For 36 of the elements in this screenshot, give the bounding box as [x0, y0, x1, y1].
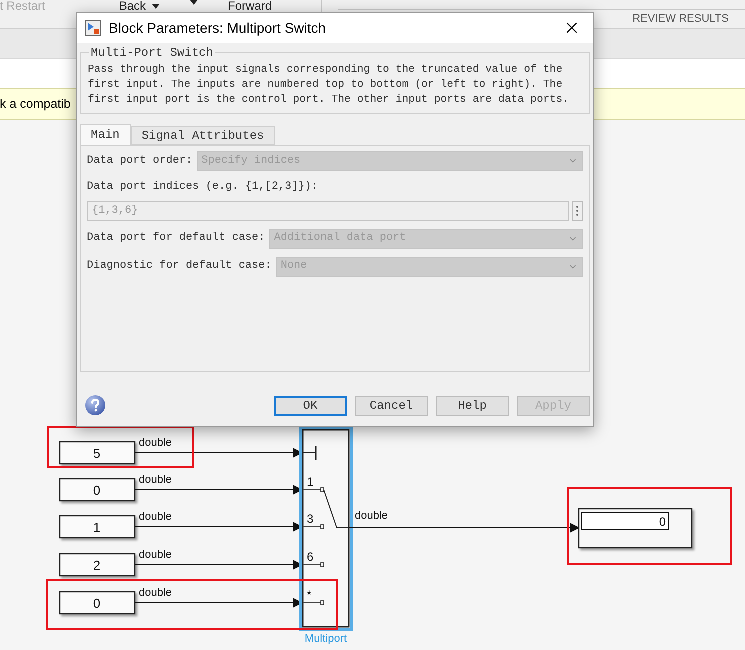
block-value: 5	[93, 446, 101, 461]
tab[interactable]: Main	[80, 124, 131, 145]
dialog-button[interactable]: Help	[436, 396, 509, 416]
signal-type-label: double	[355, 510, 388, 522]
port-label: 1	[307, 475, 314, 489]
display-value: 0	[659, 515, 666, 529]
help-icon[interactable]	[85, 395, 106, 416]
signal-type-label: double	[139, 474, 172, 486]
field-label: Data port for default case:	[87, 231, 266, 246]
port-label: 6	[307, 550, 314, 564]
field-label: Data port order:	[87, 154, 193, 169]
dialog-button[interactable]: OK	[274, 396, 347, 416]
signal-type-label: double	[139, 437, 172, 449]
window-title: Block Parameters: Multiport Switch	[109, 18, 328, 38]
more-icon[interactable]	[572, 200, 583, 220]
block-value: 1	[93, 520, 101, 535]
tab[interactable]: Signal Attributes	[130, 126, 276, 145]
toolbar-button[interactable]: Back	[119, 0, 160, 12]
description: Pass through the input signals corresponding to the truncated value of the first input. The inputs are numbered top to bottom (or left to right). The first input port is the control port. The other input ports are data ports.	[88, 63, 570, 108]
block-value: 0	[93, 483, 101, 498]
signal-type-label: double	[139, 587, 172, 599]
field-label: Data port indices (e.g. {1,[2,3]}):	[87, 180, 320, 195]
block-value: 2	[93, 558, 101, 573]
block-name: Multiport	[304, 633, 348, 645]
signal-type-label: double	[139, 511, 172, 523]
block-value: 0	[93, 596, 101, 611]
banner-text: k a compatib	[0, 96, 71, 113]
signal-type-label: double	[139, 549, 172, 561]
dialog-button[interactable]: Cancel	[355, 396, 428, 416]
port-label: 3	[307, 512, 314, 526]
port-label: *	[307, 588, 312, 602]
block-icon	[85, 20, 101, 36]
section-label: REVIEW RESULTS	[632, 12, 729, 27]
caret-icon	[152, 4, 160, 8]
toolbar-button[interactable]: Forward	[228, 0, 272, 12]
field-label: Diagnostic for default case:	[87, 259, 272, 274]
